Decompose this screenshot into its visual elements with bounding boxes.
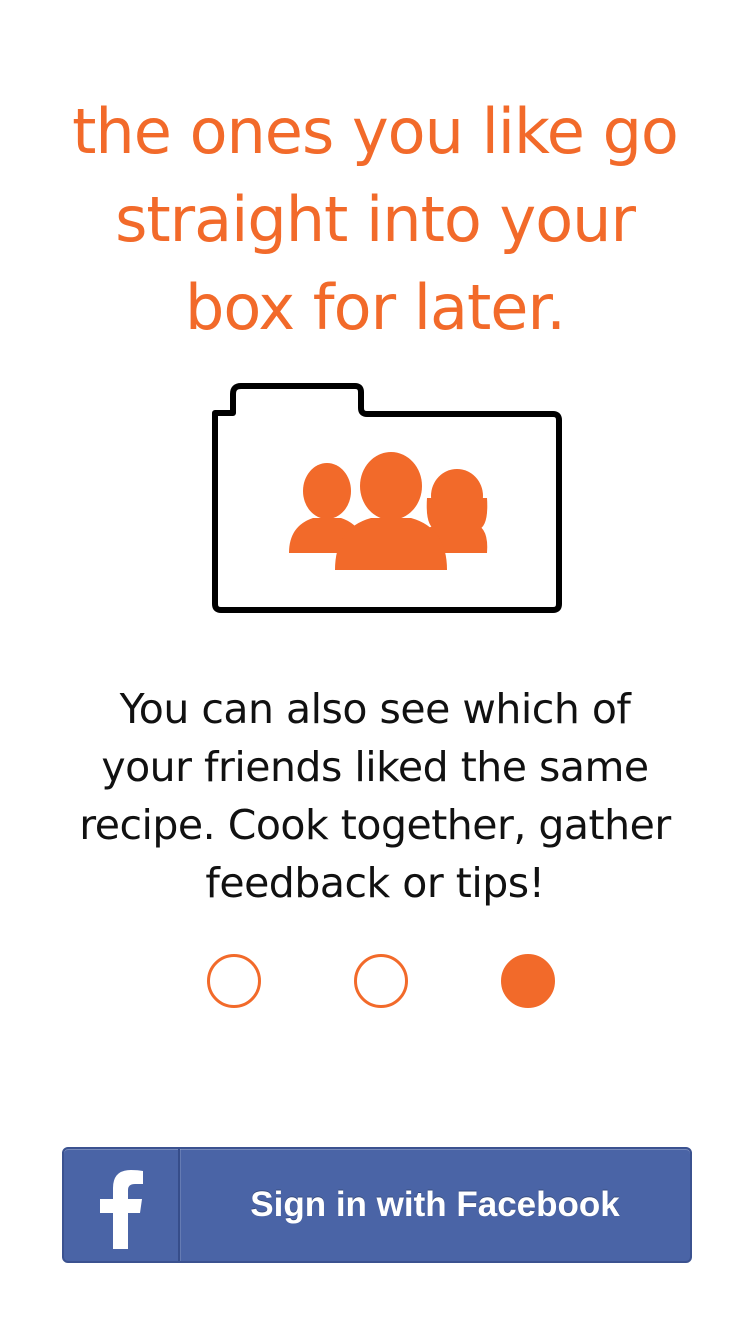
description-line: your friends liked the same <box>101 743 649 791</box>
page-dot-2[interactable] <box>354 954 408 1008</box>
headline-line: the ones you like go <box>72 95 679 168</box>
headline-line: straight into your <box>115 183 636 256</box>
facebook-sign-in-label: Sign in with Facebook <box>250 1185 620 1224</box>
folder-with-people-icon <box>205 378 567 618</box>
onboarding-headline: the ones you like go straight into your … <box>20 88 730 352</box>
page-dot-1[interactable] <box>207 954 261 1008</box>
page-indicator <box>0 954 750 1010</box>
people-group-icon <box>289 452 488 570</box>
facebook-f-icon <box>100 1170 143 1249</box>
facebook-sign-in-button[interactable]: Sign in with Facebook <box>62 1147 692 1263</box>
page-dot-3-active[interactable] <box>501 954 555 1008</box>
description-line: You can also see which of <box>119 685 631 733</box>
description-line: recipe. Cook together, gather <box>79 801 671 849</box>
facebook-logo-area <box>64 1149 180 1261</box>
headline-line: box for later. <box>185 271 566 344</box>
onboarding-description: You can also see which of your friends l… <box>20 680 730 912</box>
description-line: feedback or tips! <box>205 859 545 907</box>
